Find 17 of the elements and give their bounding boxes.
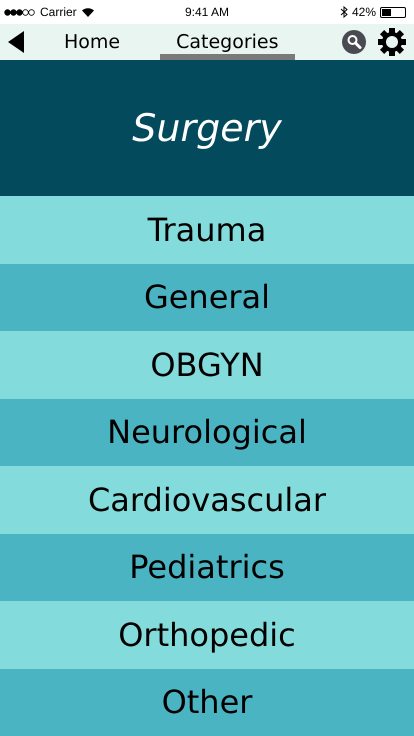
nav-tab[interactable]: Home <box>48 24 136 60</box>
battery-percentage: 42% <box>352 4 376 21</box>
category-item[interactable]: OBGYN <box>0 331 414 398</box>
carrier-name: Carrier <box>40 4 77 21</box>
category-item[interactable]: General <box>0 264 414 331</box>
category-item[interactable]: Neurological <box>0 398 414 466</box>
status-time: 9:41 AM <box>184 4 230 21</box>
bluetooth-icon <box>340 6 348 18</box>
battery-icon <box>380 6 406 18</box>
signal-icon <box>4 8 36 16</box>
category-item[interactable]: Trauma <box>0 196 414 264</box>
header-title: Surgery <box>132 104 282 152</box>
category-item[interactable]: Orthopedic <box>0 601 414 668</box>
category-item[interactable]: Other <box>0 668 414 736</box>
wifi-icon <box>80 7 95 17</box>
category-item[interactable]: Pediatrics <box>0 534 414 601</box>
category-item[interactable]: Cardiovascular <box>0 466 414 534</box>
